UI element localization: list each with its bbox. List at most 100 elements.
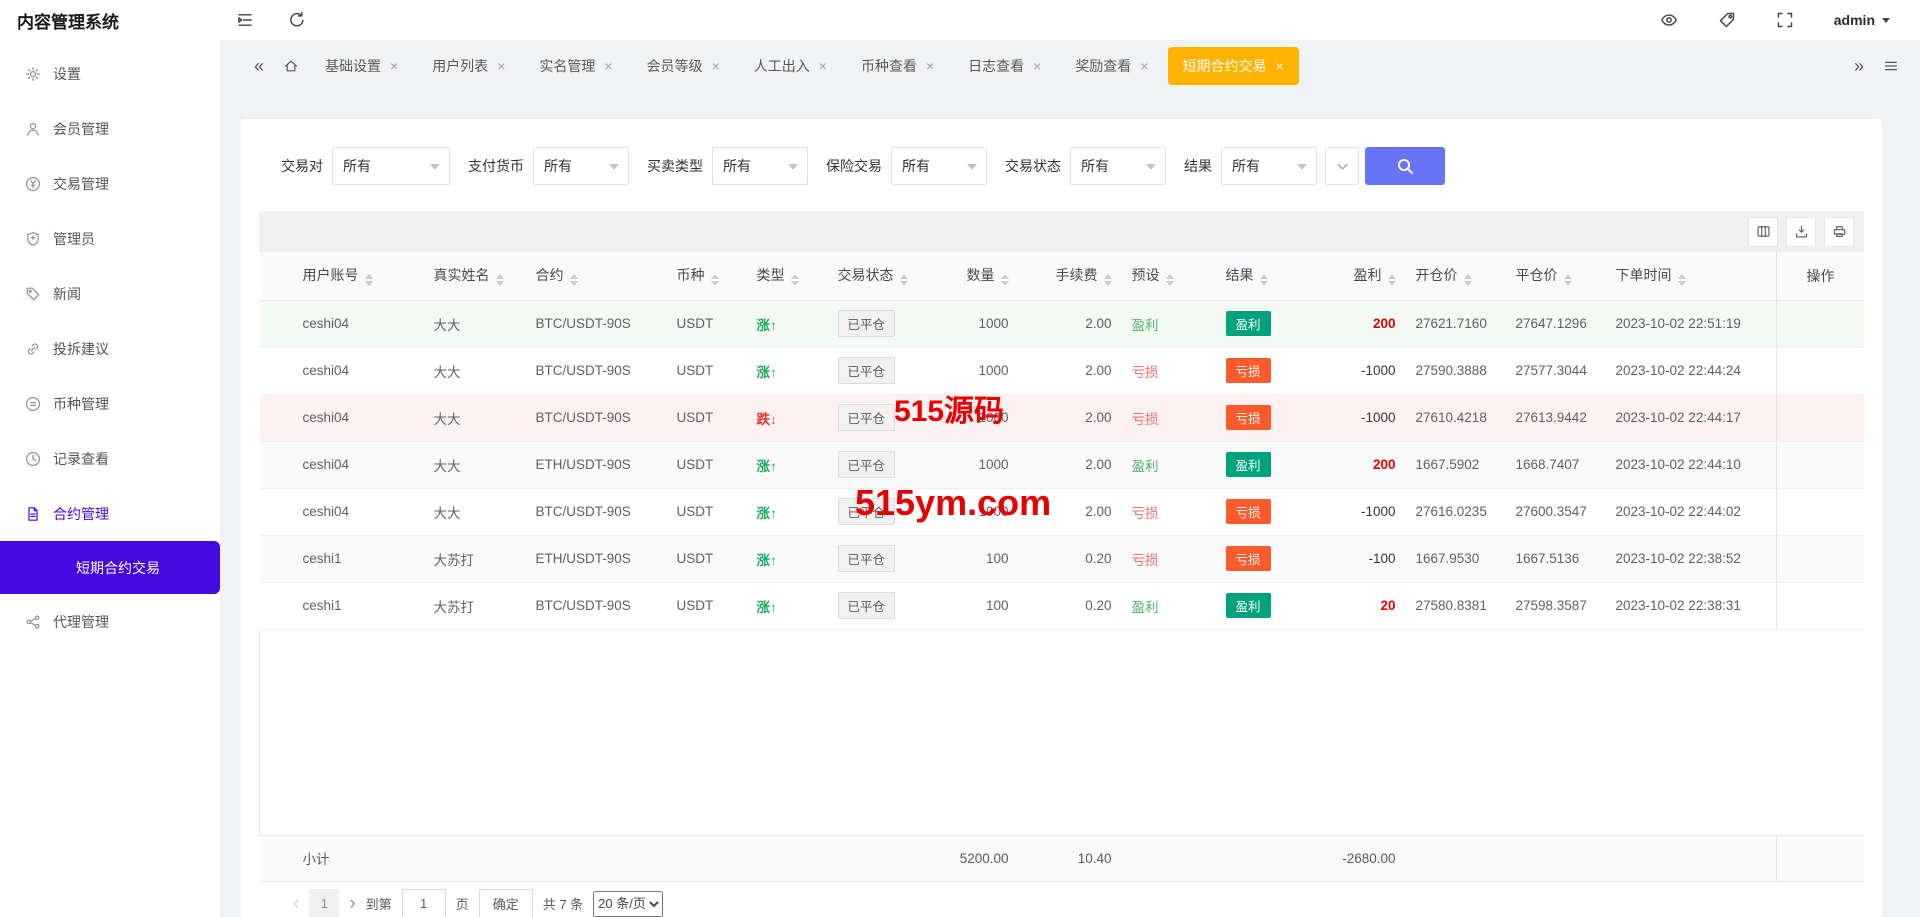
filter-select[interactable]: 所有 [891, 147, 987, 185]
sort-icon[interactable] [496, 274, 504, 286]
current-page[interactable]: 1 [309, 889, 339, 917]
page-size-select[interactable]: 20 条/页 [593, 891, 663, 917]
confirm-page-button[interactable]: 确定 [479, 889, 533, 917]
column-header-account[interactable]: 用户账号 [293, 252, 424, 300]
filter-select[interactable]: 所有 [332, 147, 450, 185]
sort-icon[interactable] [1388, 274, 1396, 286]
tab-close-icon[interactable]: × [1276, 59, 1284, 73]
cell-contract: ETH/USDT-90S [526, 441, 667, 488]
sidebar-item[interactable]: 投拆建议 [0, 321, 220, 376]
tag-icon[interactable] [1718, 11, 1736, 29]
sidebar-item[interactable]: 代理管理 [0, 594, 220, 649]
sort-icon[interactable] [365, 274, 373, 286]
tab-close-icon[interactable]: × [1033, 59, 1041, 73]
filter-value: 所有 [723, 156, 751, 176]
tab-close-icon[interactable]: × [712, 59, 720, 73]
page-input[interactable] [402, 889, 446, 917]
table-row[interactable]: ceshi04大大BTC/USDT-90SUSDT跌↓已平仓10002.00亏损… [260, 394, 1865, 441]
column-header-status[interactable]: 交易状态 [828, 252, 933, 300]
column-header-open_price[interactable]: 开仓价 [1406, 252, 1506, 300]
search-button[interactable] [1365, 147, 1445, 185]
tab-close-icon[interactable]: × [390, 59, 398, 73]
tab-close-icon[interactable]: × [819, 59, 827, 73]
column-header-real_name[interactable]: 真实姓名 [424, 252, 526, 300]
sidebar-item[interactable]: 会员管理 [0, 101, 220, 156]
sidebar-item[interactable]: 新闻 [0, 266, 220, 321]
cell-contract: BTC/USDT-90S [526, 347, 667, 394]
filter-select[interactable]: 所有 [1221, 147, 1317, 185]
eye-icon[interactable] [1660, 11, 1678, 29]
sort-icon[interactable] [1166, 274, 1174, 286]
column-header-amount[interactable]: 数量 [933, 252, 1019, 300]
sort-icon[interactable] [1464, 274, 1472, 286]
table-row[interactable]: ceshi04大大BTC/USDT-90SUSDT涨↑已平仓10002.00亏损… [260, 347, 1865, 394]
sort-icon[interactable] [1260, 274, 1268, 286]
sort-icon[interactable] [1678, 274, 1686, 286]
sidebar-item[interactable]: 交易管理 [0, 156, 220, 211]
collapse-menu-icon[interactable] [236, 11, 254, 29]
sort-icon[interactable] [711, 274, 719, 286]
column-header-type[interactable]: 类型 [747, 252, 828, 300]
cell-close_price: 27577.3044 [1506, 347, 1606, 394]
column-header-coin[interactable]: 币种 [667, 252, 747, 300]
filter-select[interactable]: 所有 [712, 147, 808, 185]
tab-close-icon[interactable]: × [497, 59, 505, 73]
filter-select[interactable]: 所有 [533, 147, 629, 185]
page-unit-label: 页 [456, 894, 469, 913]
tab[interactable]: 用户列表× [417, 47, 520, 85]
column-header-contract[interactable]: 合约 [526, 252, 667, 300]
print-button[interactable] [1824, 217, 1854, 247]
sort-icon[interactable] [900, 274, 908, 286]
sort-icon[interactable] [1001, 274, 1009, 286]
column-header-close_price[interactable]: 平仓价 [1506, 252, 1606, 300]
tab[interactable]: 短期合约交易× [1168, 47, 1299, 85]
column-header-profit[interactable]: 盈利 [1309, 252, 1406, 300]
tab[interactable]: 实名管理× [524, 47, 627, 85]
sidebar-item[interactable]: 管理员 [0, 211, 220, 266]
export-button[interactable] [1786, 217, 1816, 247]
tab-close-icon[interactable]: × [604, 59, 612, 73]
column-header-preset[interactable]: 预设 [1122, 252, 1216, 300]
tab[interactable]: 基础设置× [310, 47, 413, 85]
sidebar-item[interactable]: 合约管理 [0, 486, 220, 541]
sort-icon[interactable] [570, 274, 578, 286]
refresh-icon[interactable] [288, 11, 306, 29]
column-header-time[interactable]: 下单时间 [1606, 252, 1777, 300]
more-filters-button[interactable] [1325, 147, 1359, 185]
table-row[interactable]: ceshi04大大BTC/USDT-90SUSDT涨↑已平仓10002.00盈利… [260, 300, 1865, 347]
sort-icon[interactable] [791, 274, 799, 286]
cell-fee: 0.20 [1019, 535, 1122, 582]
sidebar-subitem[interactable]: 短期合约交易 [0, 541, 220, 594]
tab[interactable]: 会员等级× [632, 47, 735, 85]
table-row[interactable]: ceshi04大大BTC/USDT-90SUSDT涨↑已平仓10002.00亏损… [260, 488, 1865, 535]
table-row[interactable]: ceshi04大大ETH/USDT-90SUSDT涨↑已平仓10002.00盈利… [260, 441, 1865, 488]
filter-columns-button[interactable] [1748, 217, 1778, 247]
tab-close-icon[interactable]: × [926, 59, 934, 73]
home-tab-icon[interactable] [278, 53, 304, 79]
sidebar-item[interactable]: 记录查看 [0, 431, 220, 486]
tabs-scroll-right-icon[interactable]: » [1846, 53, 1872, 79]
tab[interactable]: 币种查看× [846, 47, 949, 85]
sort-icon[interactable] [1104, 274, 1112, 286]
tab-label: 奖励查看 [1075, 56, 1131, 76]
table-row[interactable]: ceshi1大苏打BTC/USDT-90SUSDT涨↑已平仓1000.20盈利盈… [260, 582, 1865, 629]
cell-coin: USDT [667, 441, 747, 488]
tab[interactable]: 日志查看× [953, 47, 1056, 85]
column-header-result[interactable]: 结果 [1216, 252, 1309, 300]
tab-menu-icon[interactable] [1878, 53, 1904, 79]
next-page-icon[interactable]: › [349, 894, 355, 913]
sidebar-item[interactable]: 币种管理 [0, 376, 220, 431]
tab[interactable]: 人工出入× [739, 47, 842, 85]
prev-page-icon[interactable]: ‹ [293, 894, 299, 913]
fullscreen-icon[interactable] [1776, 11, 1794, 29]
tab[interactable]: 奖励查看 × [1060, 47, 1163, 85]
cell-preset: 亏损 [1122, 488, 1216, 535]
tabs-scroll-left-icon[interactable]: « [246, 53, 272, 79]
sort-icon[interactable] [1564, 274, 1572, 286]
filter-select[interactable]: 所有 [1070, 147, 1166, 185]
sidebar-item[interactable]: 设置 [0, 46, 220, 101]
user-menu[interactable]: admin [1834, 12, 1890, 28]
tab-close-icon[interactable]: × [1140, 59, 1148, 73]
table-row[interactable]: ceshi1大苏打ETH/USDT-90SUSDT涨↑已平仓1000.20亏损亏… [260, 535, 1865, 582]
column-header-fee[interactable]: 手续费 [1019, 252, 1122, 300]
